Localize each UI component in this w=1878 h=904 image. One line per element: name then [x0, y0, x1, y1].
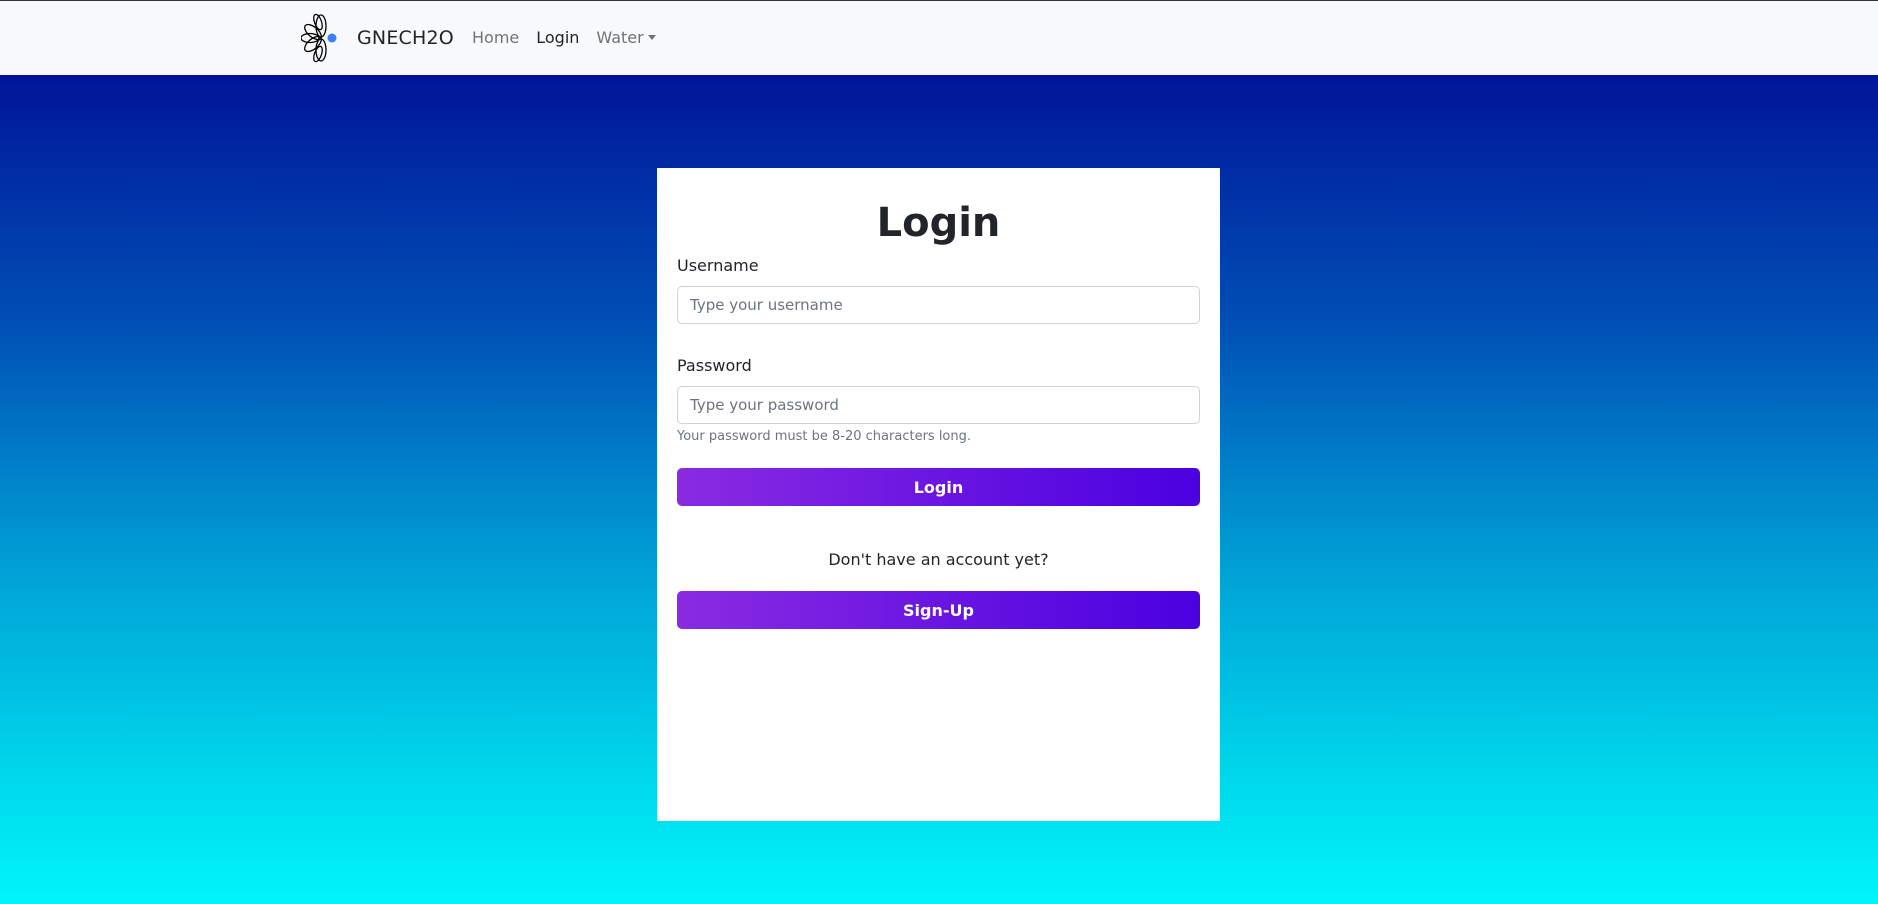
signup-prompt: Don't have an account yet? — [828, 550, 1049, 569]
password-help-text: Your password must be 8-20 characters lo… — [677, 429, 972, 444]
brand[interactable]: GNECH2O — [301, 13, 454, 63]
username-label: Username — [677, 256, 759, 275]
nav-dropdown-water[interactable]: Water — [596, 28, 656, 47]
login-card: Login Username Password Your password mu… — [657, 168, 1220, 821]
login-button[interactable]: Login — [677, 468, 1200, 506]
page-title: Login — [876, 200, 1001, 246]
password-label: Password — [677, 356, 752, 375]
flower-logo-icon — [301, 13, 337, 63]
nav-links: Home Login Water — [472, 28, 656, 47]
brand-name: GNECH2O — [357, 27, 454, 49]
navbar: GNECH2O Home Login Water — [0, 0, 1878, 75]
nav-link-home[interactable]: Home — [472, 28, 519, 47]
nav-link-login[interactable]: Login — [536, 28, 579, 47]
caret-down-icon — [647, 35, 656, 40]
password-input[interactable] — [677, 386, 1200, 424]
signup-button[interactable]: Sign-Up — [677, 591, 1200, 629]
nav-dropdown-water-label: Water — [596, 28, 644, 47]
username-input[interactable] — [677, 286, 1200, 324]
